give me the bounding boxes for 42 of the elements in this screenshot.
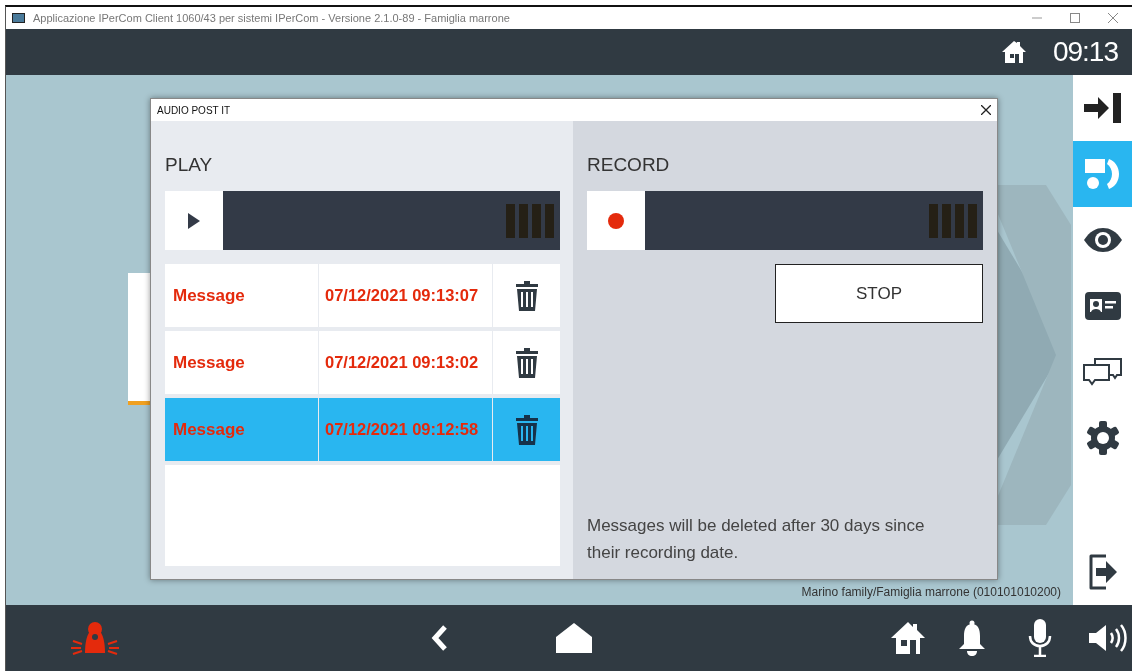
trash-icon[interactable] [515, 414, 538, 445]
meter-icon [929, 203, 977, 238]
retention-note: Messages will be deleted after 30 days since their recording date. [587, 515, 926, 564]
window-title: Applicazione IPerCom Client 1060/43 per sistemi IPerCom - Versione 2.1.0-89 - Famiglia marrone [33, 10, 511, 26]
dialog-title: AUDIO POST IT [157, 103, 231, 118]
status-text: Marino family/Famiglia marrone (010101010200) [801, 584, 1061, 601]
play-button[interactable] [165, 191, 223, 250]
intercom-icon [1084, 157, 1121, 191]
back-icon[interactable] [431, 625, 449, 651]
app-icon [12, 13, 25, 23]
home-icon[interactable] [556, 623, 592, 653]
meter-icon [506, 203, 554, 238]
eye-icon [1083, 228, 1122, 252]
microphone-icon[interactable] [1028, 619, 1052, 657]
chat-icon [1082, 358, 1123, 386]
message-row[interactable]: Message 07/12/2021 09:13:07 [165, 264, 560, 331]
speaker-icon[interactable] [1089, 624, 1127, 652]
enter-icon [1083, 93, 1122, 123]
close-icon[interactable] [981, 105, 991, 115]
message-date: 07/12/2021 09:13:02 [319, 331, 493, 394]
section-heading: PLAY [165, 153, 214, 175]
alarm-icon[interactable] [71, 621, 119, 655]
message-label: Message [165, 398, 319, 461]
trash-icon[interactable] [515, 347, 538, 378]
house-icon[interactable] [890, 621, 926, 655]
message-label: Message [165, 264, 319, 327]
message-date: 07/12/2021 09:13:07 [319, 264, 493, 327]
section-heading: RECORD [587, 153, 671, 175]
message-date: 07/12/2021 09:12:58 [319, 398, 493, 461]
settings-icon [1085, 421, 1120, 455]
message-row[interactable]: Message 07/12/2021 09:13:02 [165, 331, 560, 398]
trash-icon[interactable] [515, 280, 538, 311]
bell-icon[interactable] [957, 620, 987, 656]
clock-time: 09:13 [1052, 35, 1118, 69]
message-label: Message [165, 331, 319, 394]
record-button[interactable] [587, 191, 645, 250]
id-card-icon [1084, 292, 1121, 320]
exit-icon [1087, 554, 1118, 590]
record-icon [608, 212, 624, 229]
play-icon [188, 212, 200, 229]
stop-button[interactable]: STOP [775, 264, 983, 323]
house-icon[interactable] [1000, 40, 1027, 64]
